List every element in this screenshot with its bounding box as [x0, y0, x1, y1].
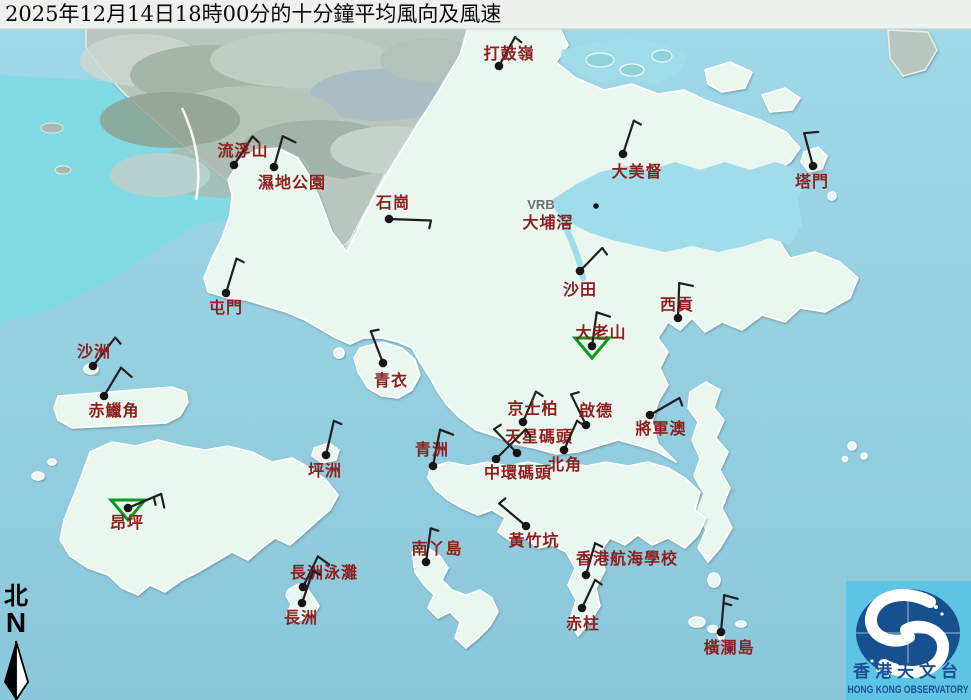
- station-dot: [379, 359, 388, 368]
- station-dot: [385, 215, 394, 224]
- station-label: 橫瀾島: [703, 638, 754, 657]
- station-label: 中環碼頭: [484, 463, 552, 482]
- mudflat: [652, 50, 672, 62]
- station-label: 赤鱲角: [88, 401, 139, 420]
- station-dot: [674, 314, 683, 323]
- map-title: 2025年12月14日18時00分的十分鐘平均風向及風速: [5, 2, 501, 26]
- logo-text-cn: 香港天文台: [853, 661, 963, 682]
- station-label: 青衣: [374, 371, 408, 390]
- station-dot: [519, 418, 528, 427]
- station-label: 西貢: [660, 295, 694, 314]
- station-label: 長洲: [284, 608, 318, 627]
- deep-bay-islet: [41, 123, 63, 133]
- mudflat: [586, 53, 614, 67]
- station-label: 長洲泳灘: [290, 563, 358, 582]
- logo-text-en: HONG KONG OBSERVATORY: [848, 684, 970, 696]
- station-label: 京士柏: [507, 399, 558, 418]
- station-label: 濕地公園: [258, 173, 326, 192]
- station-label: 大埔滘: [522, 213, 573, 232]
- vrb-note: VRB: [527, 197, 554, 212]
- station-dot: [646, 411, 655, 420]
- mudflat: [620, 64, 644, 76]
- station-dot: [222, 289, 231, 298]
- station-label: 屯門: [209, 298, 243, 317]
- north-label-cn: 北: [4, 581, 28, 610]
- station-dot: [593, 203, 599, 209]
- station-label: 沙田: [563, 280, 597, 299]
- station-dot: [578, 604, 587, 613]
- wind-map-page: 2025年12月14日18時00分的十分鐘平均風向及風速 打鼓嶺流浮山濕地公園石…: [0, 0, 971, 700]
- station-dot: [513, 449, 522, 458]
- station-dot: [809, 162, 818, 171]
- station-label: 坪洲: [308, 461, 342, 480]
- station-dot: [100, 392, 109, 401]
- station-dot: [89, 362, 98, 371]
- station-label: 將軍澳: [635, 419, 686, 438]
- station-label: 大美督: [611, 162, 662, 181]
- station-dot: [588, 342, 597, 351]
- station-dot: [619, 150, 628, 159]
- wind-barb-tick-half: [371, 330, 379, 332]
- station-label: 石崗: [375, 193, 410, 212]
- station-label: 天星碼頭: [505, 427, 573, 446]
- wind-map: 2025年12月14日18時00分的十分鐘平均風向及風速 打鼓嶺流浮山濕地公園石…: [0, 0, 971, 700]
- station-label: 香港航海學校: [575, 549, 678, 568]
- station-label: 流浮山: [217, 141, 268, 160]
- station-dot: [429, 462, 438, 471]
- deep-bay-islet: [55, 166, 71, 174]
- station-dot: [270, 163, 279, 172]
- station-label: 打鼓嶺: [483, 44, 534, 63]
- station-dot: [560, 446, 569, 455]
- wind-barb-stem: [389, 219, 431, 220]
- station-label: 大老山: [575, 323, 626, 342]
- station-label: 昂坪: [110, 513, 144, 532]
- station-dot: [492, 455, 501, 464]
- station-label: 塔門: [795, 172, 829, 191]
- wind-barb-tick-full: [804, 132, 818, 133]
- station-dot: [522, 522, 531, 531]
- north-label-en: N: [6, 607, 26, 638]
- station-label: 赤柱: [566, 614, 600, 633]
- station-label: 沙洲: [77, 342, 111, 361]
- hko-logo: 香港天文台 HONG KONG OBSERVATORY: [846, 581, 971, 700]
- station-dot: [422, 558, 431, 567]
- station-dot: [582, 571, 591, 580]
- station-label: 北角: [548, 455, 582, 474]
- station-label: 青洲: [415, 440, 449, 459]
- station-dot: [322, 451, 331, 460]
- station-dot: [298, 599, 307, 608]
- station-label: 黃竹坑: [507, 531, 559, 550]
- station-dot: [230, 161, 239, 170]
- station-label: 南丫島: [411, 539, 462, 558]
- title-bar: 2025年12月14日18時00分的十分鐘平均風向及風速: [0, 0, 971, 29]
- station-dot: [717, 628, 726, 637]
- station-label: 啟德: [579, 401, 613, 420]
- station-dot: [576, 267, 585, 276]
- station-dot: [124, 504, 133, 513]
